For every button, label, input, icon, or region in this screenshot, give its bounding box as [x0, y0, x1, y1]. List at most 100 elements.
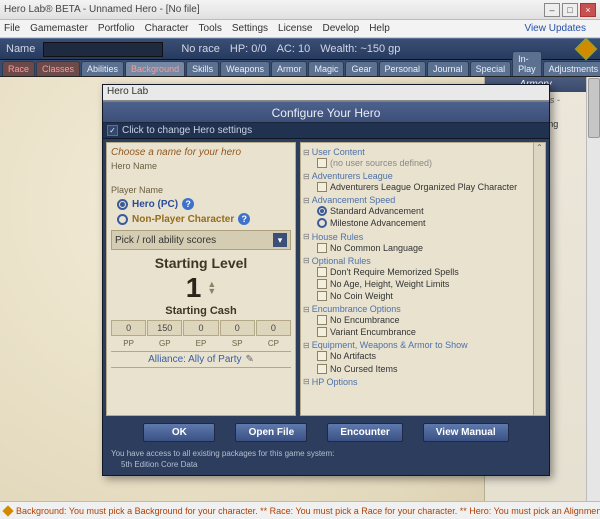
checkbox[interactable]: [317, 351, 327, 361]
checkbox[interactable]: [317, 243, 327, 253]
grp-adv-league[interactable]: Adventurers League: [303, 171, 531, 181]
tab-personal[interactable]: Personal: [379, 61, 427, 76]
hp-stat: HP: 0/0: [230, 43, 267, 55]
alliance-row[interactable]: Alliance: Ally of Party ✎: [111, 351, 291, 368]
right-pane: User Content (no user sources defined) A…: [300, 142, 546, 416]
checkbox[interactable]: [317, 315, 327, 325]
name-label: Name: [6, 43, 35, 55]
pick-roll-row[interactable]: Pick / roll ability scores ▾: [111, 230, 291, 250]
warning-icon[interactable]: [575, 38, 598, 61]
options-tree: User Content (no user sources defined) A…: [301, 143, 533, 415]
menu-portfolio[interactable]: Portfolio: [98, 23, 135, 34]
player-name-label: Player Name: [111, 185, 291, 195]
checkbox[interactable]: [317, 279, 327, 289]
help-icon[interactable]: ?: [182, 198, 194, 210]
hero-pc-label: Hero (PC): [132, 199, 178, 210]
menu-help[interactable]: Help: [369, 23, 390, 34]
checkbox[interactable]: [317, 267, 327, 277]
hero-name-label: Hero Name: [111, 161, 291, 171]
tab-race[interactable]: Race: [2, 61, 35, 76]
tabstrip: Race Classes Abilities Background Skills…: [0, 60, 600, 77]
warning-diamond-icon: [2, 505, 13, 516]
grp-adv-speed[interactable]: Advancement Speed: [303, 195, 531, 205]
menu-file[interactable]: File: [4, 23, 20, 34]
tab-abilities[interactable]: Abilities: [81, 61, 124, 76]
choose-name-prompt: Choose a name for your hero: [111, 147, 291, 158]
scroll-up-icon: ⌃: [536, 143, 543, 152]
left-pane: Choose a name for your hero Hero Name Pl…: [106, 142, 296, 416]
level-value: 1: [186, 274, 202, 302]
cash-sp[interactable]: 0: [220, 320, 255, 336]
menu-character[interactable]: Character: [145, 23, 189, 34]
checkbox[interactable]: [317, 182, 327, 192]
character-summary-bar: Name No race HP: 0/0 AC: 10 Wealth: ~150…: [0, 38, 600, 60]
encounter-button[interactable]: Encounter: [327, 423, 402, 442]
hero-settings-bar[interactable]: ✓ Click to change Hero settings: [103, 123, 549, 139]
maximize-icon[interactable]: □: [562, 3, 578, 17]
tab-armor[interactable]: Armor: [271, 61, 308, 76]
checkbox[interactable]: [317, 291, 327, 301]
view-manual-button[interactable]: View Manual: [423, 423, 509, 442]
tab-inplay[interactable]: In-Play: [512, 51, 542, 76]
app-title: Hero Lab® BETA - Unnamed Hero - [No file…: [4, 4, 200, 15]
dialog-header: Configure Your Hero: [103, 101, 549, 123]
down-arrow-icon[interactable]: ▾: [273, 233, 287, 247]
grp-user-content[interactable]: User Content: [303, 147, 531, 157]
grp-hp-options[interactable]: HP Options: [303, 377, 531, 387]
cash-gp[interactable]: 150: [147, 320, 182, 336]
checkbox[interactable]: [317, 364, 327, 374]
tab-magic[interactable]: Magic: [308, 61, 344, 76]
ac-stat: AC: 10: [277, 43, 311, 55]
menu-license[interactable]: License: [278, 23, 312, 34]
cash-ep[interactable]: 0: [183, 320, 218, 336]
dialog-button-row: OK Open File Encounter View Manual: [103, 419, 549, 446]
level-stepper[interactable]: ▲▼: [207, 281, 216, 295]
edit-icon[interactable]: ✎: [245, 354, 253, 365]
tab-adjustments[interactable]: Adjustments: [543, 61, 600, 76]
grp-equipment[interactable]: Equipment, Weapons & Armor to Show: [303, 340, 531, 350]
grp-optional-rules[interactable]: Optional Rules: [303, 256, 531, 266]
radio[interactable]: [317, 218, 327, 228]
dialog-window-title: Hero Lab: [103, 85, 549, 101]
open-file-button[interactable]: Open File: [235, 423, 307, 442]
starting-cash-label: Starting Cash: [111, 305, 291, 317]
menu-settings[interactable]: Settings: [232, 23, 268, 34]
radio[interactable]: [317, 206, 327, 216]
settings-checkbox-icon: ✓: [107, 125, 118, 136]
cash-cp[interactable]: 0: [256, 320, 291, 336]
name-input[interactable]: [43, 42, 163, 57]
configure-hero-dialog: Hero Lab Configure Your Hero ✓ Click to …: [102, 84, 550, 476]
view-updates-link[interactable]: View Updates: [524, 23, 586, 34]
tab-weapons[interactable]: Weapons: [220, 61, 270, 76]
checkbox[interactable]: [317, 327, 327, 337]
ok-button[interactable]: OK: [143, 423, 215, 442]
npc-radio[interactable]: [117, 214, 128, 225]
race-stat: No race: [181, 43, 220, 55]
npc-label: Non-Player Character: [132, 214, 234, 225]
tab-classes[interactable]: Classes: [36, 61, 80, 76]
tab-background[interactable]: Background: [125, 61, 185, 76]
wealth-stat: Wealth: ~150 gp: [320, 43, 400, 55]
tree-scrollbar[interactable]: ⌃: [533, 143, 545, 415]
menu-gamemaster[interactable]: Gamemaster: [30, 23, 88, 34]
menubar: File Gamemaster Portfolio Character Tool…: [0, 20, 600, 38]
tab-special[interactable]: Special: [470, 61, 512, 76]
checkbox: [317, 158, 327, 168]
dialog-footer: You have access to all existing packages…: [103, 446, 549, 475]
cash-pp[interactable]: 0: [111, 320, 146, 336]
close-icon[interactable]: ×: [580, 3, 596, 17]
minimize-icon[interactable]: –: [544, 3, 560, 17]
grp-house-rules[interactable]: House Rules: [303, 232, 531, 242]
cash-row: 0 150 0 0 0: [111, 320, 291, 336]
menu-develop[interactable]: Develop: [322, 23, 359, 34]
starting-level-label: Starting Level: [111, 255, 291, 271]
menu-tools[interactable]: Tools: [199, 23, 222, 34]
main-scrollbar[interactable]: [586, 77, 600, 501]
help-icon[interactable]: ?: [238, 213, 250, 225]
window-titlebar: Hero Lab® BETA - Unnamed Hero - [No file…: [0, 0, 600, 20]
tab-gear[interactable]: Gear: [345, 61, 377, 76]
tab-skills[interactable]: Skills: [186, 61, 219, 76]
hero-pc-radio[interactable]: [117, 199, 128, 210]
grp-encumbrance[interactable]: Encumbrance Options: [303, 304, 531, 314]
tab-journal[interactable]: Journal: [427, 61, 469, 76]
